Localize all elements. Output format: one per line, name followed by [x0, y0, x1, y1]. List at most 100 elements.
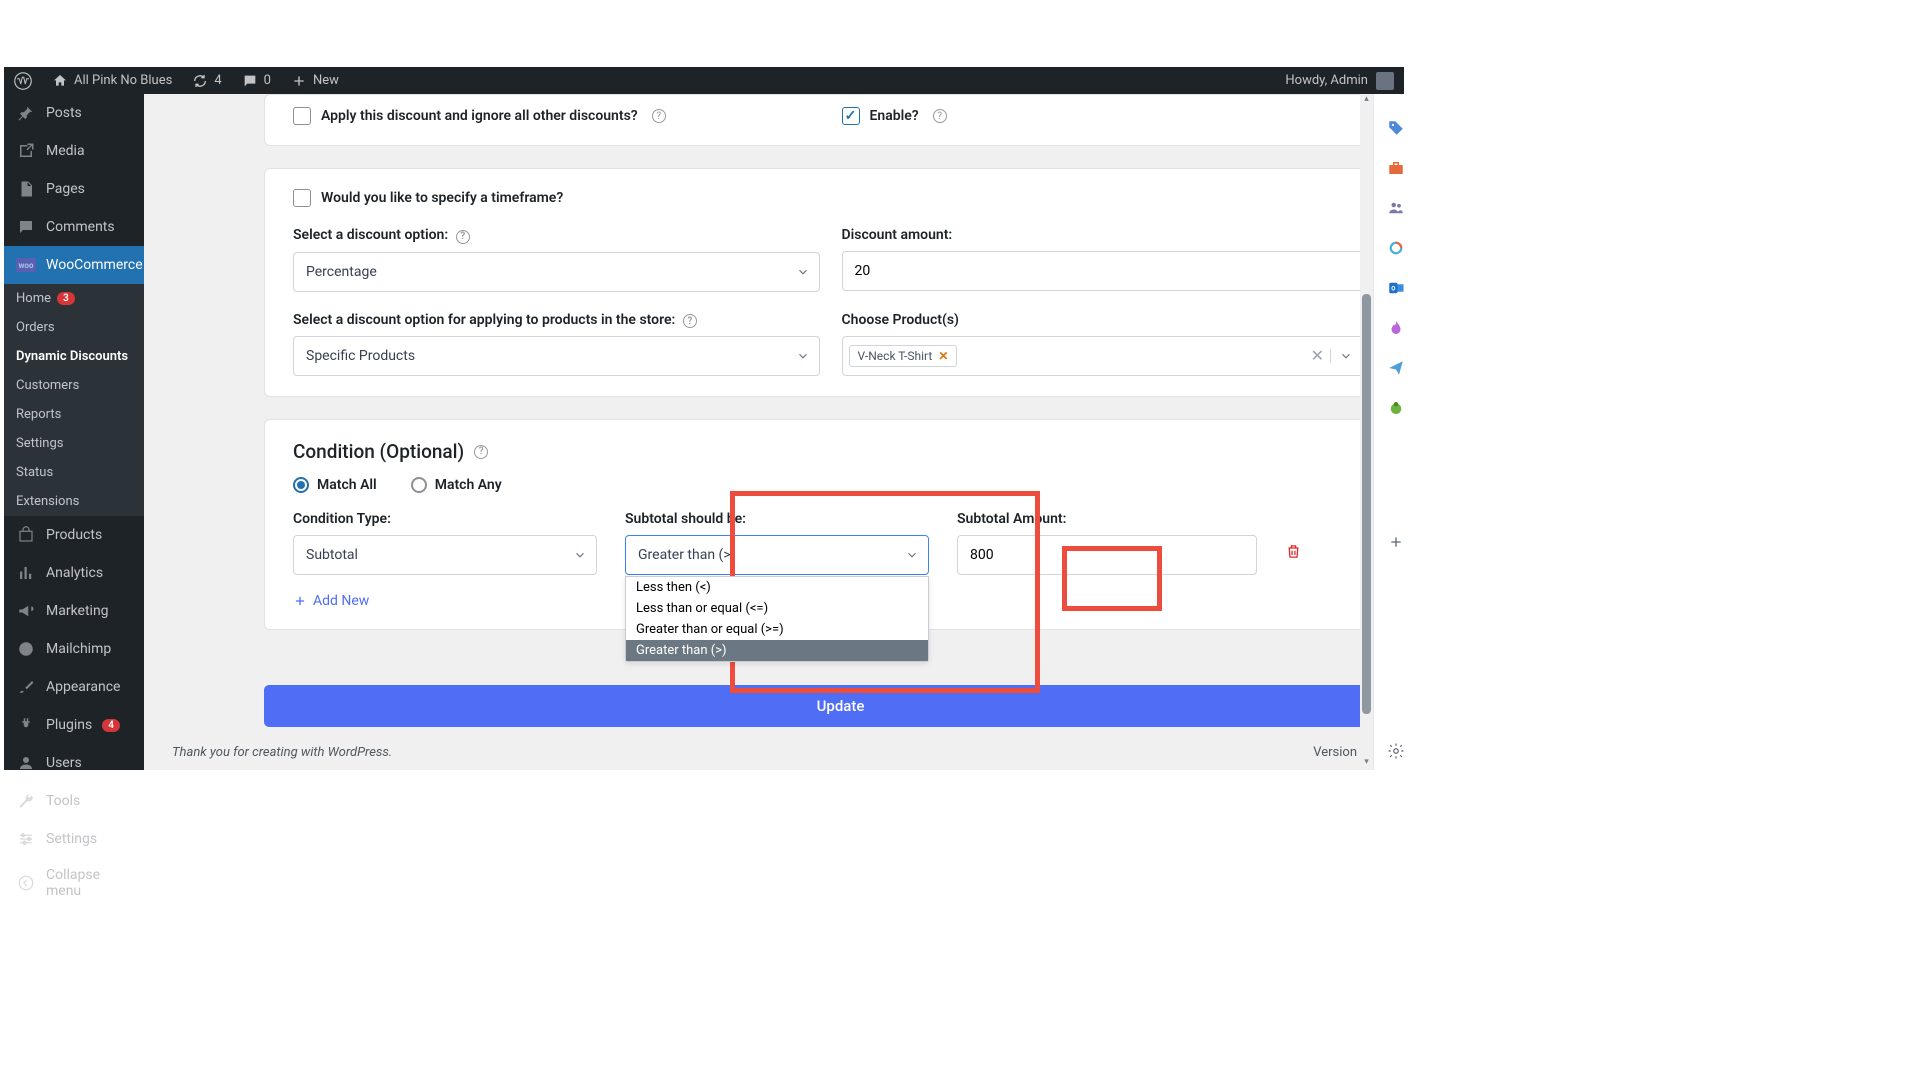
chip-label: V-Neck T-Shirt: [858, 349, 933, 363]
sub-item-dynamic-discounts[interactable]: Dynamic Discounts: [4, 342, 144, 371]
sidebar-item-settings[interactable]: Settings: [4, 820, 144, 858]
sidebar-item-woocommerce[interactable]: wooWooCommerce: [4, 246, 144, 284]
subtotal-operator-select[interactable]: Greater than (>): [625, 535, 929, 575]
chevron-down-icon[interactable]: [1330, 349, 1361, 363]
subtotal-operator-dropdown: Less then (<) Less than or equal (<=) Gr…: [625, 576, 929, 662]
condition-type-label: Condition Type:: [293, 511, 597, 527]
sidebar-item-label: Products: [46, 527, 102, 543]
scroll-up-arrow[interactable]: ▴: [1360, 94, 1373, 107]
sidebar-item-label: Mailchimp: [46, 641, 111, 657]
sidebar-item-users[interactable]: Users: [4, 744, 144, 782]
site-home-link[interactable]: All Pink No Blues: [42, 67, 182, 94]
sub-item-reports[interactable]: Reports: [4, 400, 144, 429]
sidebar-collapse[interactable]: Collapse menu: [4, 858, 144, 908]
condition-panel: Condition (Optional)? Match All Match An…: [264, 419, 1397, 630]
timeframe-checkbox[interactable]: [293, 189, 311, 207]
product-multiselect[interactable]: V-Neck T-Shirt ✕ ✕: [842, 336, 1369, 376]
update-button[interactable]: Update: [264, 685, 1417, 727]
help-icon[interactable]: ?: [652, 109, 666, 123]
discount-flags-panel: Apply this discount and ignore all other…: [264, 94, 1397, 146]
sub-item-orders[interactable]: Orders: [4, 313, 144, 342]
help-icon[interactable]: ?: [474, 445, 488, 459]
sidebar-item-marketing[interactable]: Marketing: [4, 592, 144, 630]
apply-ignore-checkbox[interactable]: [293, 107, 311, 125]
dropdown-option[interactable]: Less than or equal (<=): [626, 598, 928, 619]
chip-remove-icon[interactable]: ✕: [938, 349, 948, 363]
new-content-link[interactable]: New: [281, 67, 349, 94]
sidebar-item-media[interactable]: Media: [4, 132, 144, 170]
vertical-scrollbar[interactable]: ▴ ▾: [1360, 94, 1373, 770]
sidebar-item-label: WooCommerce: [46, 257, 143, 273]
sub-item-extensions[interactable]: Extensions: [4, 487, 144, 516]
tag-icon[interactable]: [1385, 117, 1407, 139]
discount-option-label: Select a discount option: ?: [293, 227, 820, 244]
right-tool-rail: O: [1373, 67, 1417, 770]
discount-amount-label: Discount amount:: [842, 227, 1369, 243]
help-icon[interactable]: ?: [933, 109, 947, 123]
discount-amount-input[interactable]: [842, 251, 1369, 291]
radio-label: Match All: [317, 477, 377, 493]
sidebar-item-products[interactable]: Products: [4, 516, 144, 554]
flame-icon[interactable]: [1385, 317, 1407, 339]
sidebar-item-pages[interactable]: Pages: [4, 170, 144, 208]
sidebar-item-analytics[interactable]: Analytics: [4, 554, 144, 592]
sub-item-label: Orders: [16, 320, 55, 335]
page-icon: [16, 179, 36, 199]
howdy-text: Howdy, Admin: [1285, 73, 1368, 88]
briefcase-icon[interactable]: [1385, 157, 1407, 179]
discount-option-select[interactable]: Percentage: [293, 252, 820, 292]
plus-icon[interactable]: [1385, 531, 1407, 553]
blob-icon[interactable]: [1385, 397, 1407, 419]
sidebar-item-label: Pages: [46, 181, 85, 197]
mailchimp-icon: [16, 639, 36, 659]
outlook-icon[interactable]: O: [1385, 277, 1407, 299]
updates-link[interactable]: 4: [182, 67, 231, 94]
send-icon[interactable]: [1385, 357, 1407, 379]
help-icon[interactable]: ?: [683, 314, 697, 328]
condition-title: Condition (Optional)?: [293, 440, 1368, 463]
sub-item-settings[interactable]: Settings: [4, 429, 144, 458]
delete-condition-button[interactable]: [1285, 543, 1302, 560]
sidebar-item-mailchimp[interactable]: Mailchimp: [4, 630, 144, 668]
add-new-label: Add New: [313, 593, 369, 609]
help-icon[interactable]: ?: [456, 230, 470, 244]
comments-link[interactable]: 0: [232, 67, 281, 94]
sub-item-home[interactable]: Home3: [4, 284, 144, 313]
dropdown-option[interactable]: Greater than or equal (>=): [626, 619, 928, 640]
sub-item-label: Extensions: [16, 494, 79, 509]
wp-logo[interactable]: [4, 67, 42, 94]
account-link[interactable]: Howdy, Admin: [1285, 72, 1404, 90]
condition-type-select[interactable]: Subtotal: [293, 535, 597, 575]
dropdown-option[interactable]: Less then (<): [626, 577, 928, 598]
clear-all-icon[interactable]: ✕: [1305, 346, 1330, 365]
discount-config-panel: Would you like to specify a timeframe? S…: [264, 168, 1397, 397]
sub-item-status[interactable]: Status: [4, 458, 144, 487]
sidebar-item-label: Plugins: [46, 717, 92, 733]
apply-option-select[interactable]: Specific Products: [293, 336, 820, 376]
scroll-down-arrow[interactable]: ▾: [1360, 757, 1373, 770]
subtotal-amount-input[interactable]: [957, 535, 1257, 575]
sidebar-item-appearance[interactable]: Appearance: [4, 668, 144, 706]
scroll-thumb[interactable]: [1362, 294, 1371, 714]
subtotal-amount-field[interactable]: [970, 547, 1224, 563]
dropdown-option-selected[interactable]: Greater than (>): [626, 640, 928, 661]
products-icon: [16, 525, 36, 545]
sub-item-customers[interactable]: Customers: [4, 371, 144, 400]
apply-ignore-label: Apply this discount and ignore all other…: [321, 108, 638, 124]
sub-item-label: Settings: [16, 436, 63, 451]
gear-icon[interactable]: [1385, 740, 1407, 762]
sub-item-label: Home: [16, 291, 51, 306]
ring-icon[interactable]: [1385, 237, 1407, 259]
people-icon[interactable]: [1385, 197, 1407, 219]
enable-checkbox[interactable]: ✓: [842, 107, 860, 125]
collapse-icon: [16, 873, 36, 893]
plug-icon: [16, 715, 36, 735]
match-any-radio[interactable]: Match Any: [411, 477, 502, 493]
count-badge: 4: [102, 719, 120, 732]
sidebar-item-posts[interactable]: Posts: [4, 94, 144, 132]
match-all-radio[interactable]: Match All: [293, 477, 377, 493]
sidebar-item-plugins[interactable]: Plugins 4: [4, 706, 144, 744]
discount-amount-field[interactable]: [855, 263, 1336, 279]
sidebar-item-comments[interactable]: Comments: [4, 208, 144, 246]
sidebar-item-tools[interactable]: Tools: [4, 782, 144, 820]
